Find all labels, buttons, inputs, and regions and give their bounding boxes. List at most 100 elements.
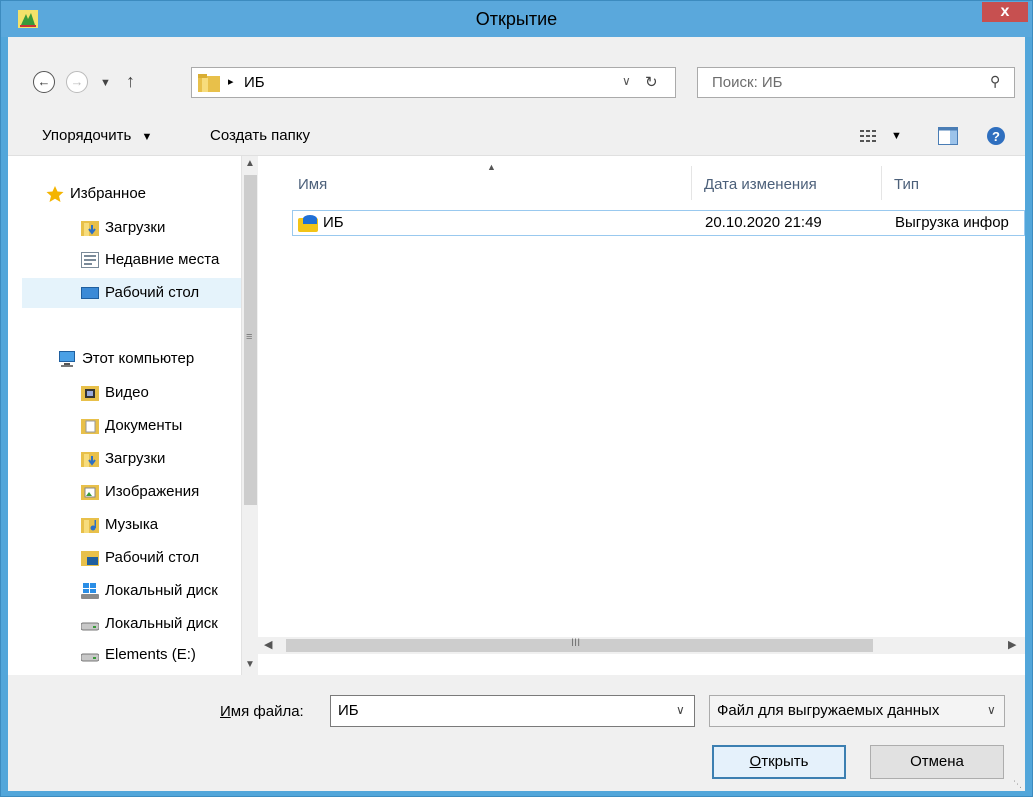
file-row[interactable]: ИБ 20.10.2020 21:49 Выгрузка инфор — [292, 210, 1025, 236]
address-dropdown-icon[interactable]: ∨ — [622, 74, 631, 88]
view-dropdown-icon[interactable]: ▼ — [891, 130, 902, 142]
sidebar-item-local-disk-d[interactable]: Локальный диск — [81, 609, 241, 639]
sidebar-item-video[interactable]: Видео — [81, 378, 241, 408]
sidebar-item-desktop-pc[interactable]: Рабочий стол — [81, 543, 241, 573]
window-title: Открытие — [475, 9, 558, 29]
scroll-up-icon[interactable]: ▲ — [245, 158, 255, 169]
downloads-folder-icon — [81, 452, 99, 467]
navigation-bar: ← → ▼ ↑ ▸ ИБ ∨ ↻ Поиск: ИБ ⚲ — [8, 37, 1025, 111]
sidebar-item-label: Видео — [105, 384, 149, 401]
filename-label-accesskey: И — [220, 703, 231, 720]
column-header-type[interactable]: Тип — [894, 156, 919, 196]
filetype-value: Файл для выгружаемых данных — [717, 702, 940, 719]
file-name: ИБ — [323, 214, 344, 231]
sidebar-item-label: Изображения — [105, 483, 200, 500]
recent-locations-chevron-icon[interactable]: ▼ — [100, 77, 111, 89]
sidebar-item-label: Музыка — [105, 516, 159, 533]
scroll-grip-icon: ≡ — [246, 331, 253, 343]
filetype-dropdown-icon[interactable]: ∨ — [987, 703, 996, 717]
sidebar-item-label: Загрузки — [105, 450, 166, 467]
column-header-name[interactable]: Имя — [298, 156, 327, 196]
address-bar[interactable]: ▸ ИБ ∨ ↻ — [191, 67, 676, 98]
filetype-select[interactable]: Файл для выгружаемых данных ∨ — [709, 695, 1005, 727]
command-toolbar: Упорядочить ▼ Создать папку ▼ ? — [8, 111, 1025, 155]
sidebar-item-this-pc[interactable]: Этот компьютер — [58, 344, 241, 374]
sidebar-item-label: Загрузки — [105, 219, 166, 236]
sidebar-item-documents[interactable]: Документы — [81, 411, 241, 441]
sidebar-item-label: Этот компьютер — [82, 350, 195, 367]
navigation-tree: Избранное Загрузки Недавние места Рабочи… — [8, 156, 241, 676]
computer-icon — [59, 351, 75, 367]
desktop-folder-icon — [81, 551, 99, 566]
new-folder-button[interactable]: Создать папку — [210, 127, 310, 144]
pictures-folder-icon — [81, 485, 99, 500]
title-bar[interactable]: Открытие x — [1, 1, 1032, 37]
sidebar-item-label: Локальный диск — [105, 615, 218, 632]
infobase-file-icon — [298, 215, 318, 232]
svg-text:?: ? — [992, 129, 1000, 144]
address-path[interactable]: ИБ — [244, 74, 265, 91]
scroll-right-icon[interactable]: ▶ — [1008, 638, 1016, 651]
path-separator-icon[interactable]: ▸ — [228, 75, 234, 88]
sidebar-scrollbar[interactable]: ▲ ≡ ▼ — [241, 156, 258, 676]
sidebar-item-label: Elements (E:) — [105, 646, 196, 663]
help-icon[interactable]: ? — [986, 126, 1006, 146]
sidebar-item-pictures[interactable]: Изображения — [81, 477, 241, 507]
filename-dropdown-icon[interactable]: ∨ — [676, 703, 685, 717]
scroll-left-icon[interactable]: ◀ — [264, 638, 272, 651]
filename-field[interactable]: ИБ ∨ — [330, 695, 695, 727]
column-divider[interactable] — [691, 166, 692, 200]
search-box[interactable]: Поиск: ИБ ⚲ — [697, 67, 1015, 98]
sort-ascending-icon: ▲ — [487, 162, 496, 172]
refresh-icon[interactable]: ↻ — [645, 73, 658, 91]
view-options-icon[interactable] — [860, 129, 876, 143]
windows-drive-icon — [81, 583, 99, 599]
open-accesskey: О — [749, 753, 762, 770]
star-icon — [46, 186, 64, 202]
dialog-footer: Имя файла: ИБ ∨ Файл для выгружаемых дан… — [8, 675, 1025, 791]
sidebar-item-favorites[interactable]: Избранное — [46, 179, 241, 209]
sidebar-item-label: Рабочий стол — [105, 284, 200, 301]
preview-pane-icon[interactable] — [938, 127, 958, 145]
file-date: 20.10.2020 21:49 — [705, 214, 822, 231]
music-folder-icon — [81, 518, 99, 533]
open-button[interactable]: Открыть — [712, 745, 846, 779]
sidebar-item-desktop[interactable]: Рабочий стол — [81, 278, 241, 308]
column-divider[interactable] — [881, 166, 882, 200]
drive-icon — [81, 653, 99, 662]
filename-label-text: мя файла: — [230, 703, 304, 720]
up-icon[interactable]: ↑ — [126, 71, 135, 92]
sidebar-item-recent-places[interactable]: Недавние места — [81, 245, 241, 275]
organize-button[interactable]: Упорядочить ▼ — [42, 127, 152, 144]
sidebar-item-elements-e[interactable]: Elements (E:) — [81, 640, 241, 670]
scroll-down-icon[interactable]: ▼ — [245, 659, 255, 670]
file-type: Выгрузка инфор — [895, 214, 1009, 231]
sidebar-item-music[interactable]: Музыка — [81, 510, 241, 540]
sidebar-item-label: Локальный диск — [105, 582, 218, 599]
filename-label: Имя файла: — [220, 703, 304, 720]
documents-folder-icon — [81, 419, 99, 434]
open-file-dialog: Открытие x ← → ▼ ↑ ▸ ИБ ∨ ↻ Поиск: ИБ ⚲ … — [0, 0, 1033, 797]
filelist-hscrollbar[interactable]: ◀ III ▶ — [258, 637, 1025, 654]
downloads-folder-icon — [81, 221, 99, 236]
organize-dropdown-icon: ▼ — [141, 131, 153, 143]
close-button[interactable]: x — [982, 2, 1028, 22]
recent-places-icon — [81, 252, 99, 268]
sidebar-item-local-disk-c[interactable]: Локальный диск — [81, 576, 241, 606]
file-list: ▲ Имя Дата изменения Тип ИБ 20.10.2020 2… — [258, 156, 1025, 676]
search-icon[interactable]: ⚲ — [990, 73, 1000, 90]
filename-value[interactable]: ИБ — [338, 702, 359, 719]
organize-label: Упорядочить — [42, 127, 132, 144]
column-header-date[interactable]: Дата изменения — [704, 156, 817, 196]
sidebar-item-downloads[interactable]: Загрузки — [81, 213, 241, 243]
desktop-icon — [81, 287, 99, 299]
drive-icon — [81, 622, 99, 631]
back-icon[interactable]: ← — [33, 71, 55, 93]
search-input[interactable]: Поиск: ИБ — [712, 74, 783, 91]
resize-grip-icon[interactable]: ⋱ — [1013, 779, 1022, 790]
forward-icon[interactable]: → — [66, 71, 88, 93]
cancel-button[interactable]: Отмена — [870, 745, 1004, 779]
sidebar-item-downloads-pc[interactable]: Загрузки — [81, 444, 241, 474]
sidebar-item-label: Избранное — [70, 185, 147, 202]
sidebar-item-label: Недавние места — [105, 251, 220, 268]
